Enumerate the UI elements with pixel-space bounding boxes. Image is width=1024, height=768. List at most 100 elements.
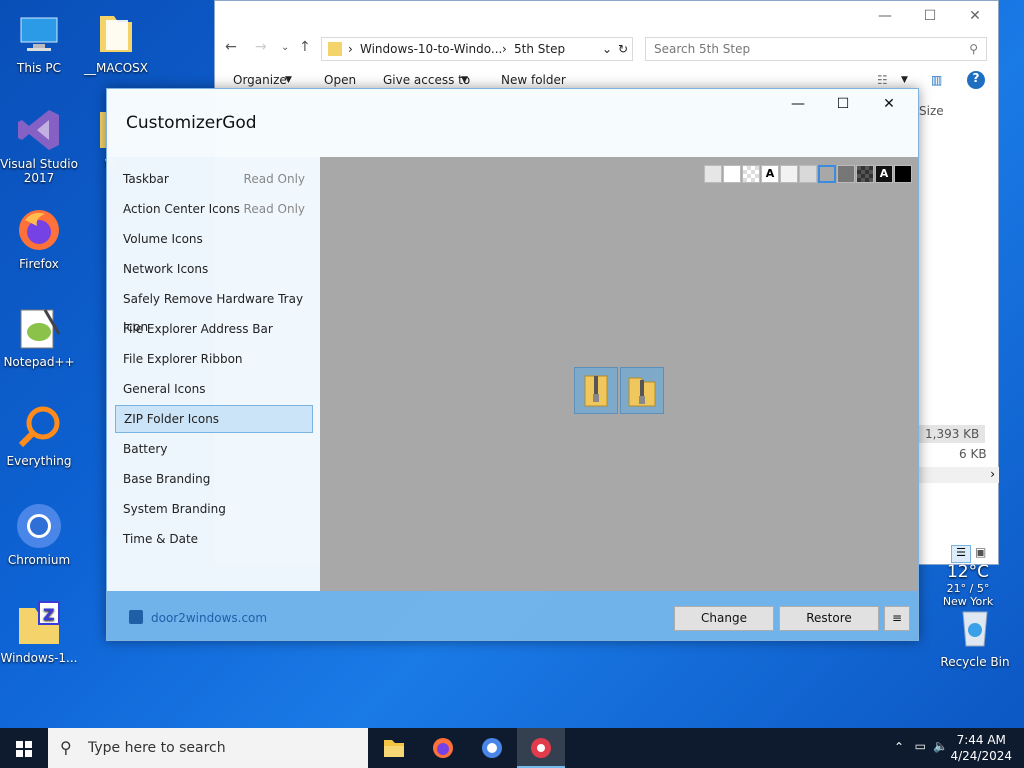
sidebar-item-base-branding[interactable]: Base Branding	[115, 465, 313, 493]
up-arrow-icon[interactable]: ↑	[299, 39, 311, 55]
sidebar-item-system-branding[interactable]: System Branding	[115, 495, 313, 523]
sidebar-item-battery[interactable]: Battery	[115, 435, 313, 463]
sidebar-item-action-center-icons[interactable]: Action Center Icons Read Only	[115, 195, 313, 223]
dropdown-arrow-icon: ▼	[461, 75, 468, 85]
swatch-very-light-gray[interactable]	[780, 165, 798, 183]
visual-studio-icon	[15, 106, 63, 154]
horizontal-scrollbar[interactable]: ›	[919, 467, 999, 483]
swatch-silver[interactable]	[799, 165, 817, 183]
forward-arrow-icon[interactable]: →	[255, 39, 267, 55]
details-view-icon[interactable]: ☰	[951, 545, 971, 563]
help-icon[interactable]: ?	[967, 71, 985, 89]
taskbar-file-explorer[interactable]	[370, 728, 418, 768]
large-icons-view-icon[interactable]: ▣	[975, 545, 986, 559]
search-icon: ⚲	[60, 738, 72, 757]
sidebar-item-label: Base Branding	[123, 472, 211, 486]
swatch-medium-gray-selected[interactable]	[818, 165, 836, 183]
sidebar-item-general-icons[interactable]: General Icons	[115, 375, 313, 403]
back-arrow-icon[interactable]: ←	[225, 39, 237, 55]
firefox-icon	[433, 738, 453, 758]
file-size-cell: 1,393 KB	[919, 425, 986, 443]
desktop-icon-windows-zip[interactable]: Z Windows-1...	[0, 600, 78, 665]
recent-dropdown-icon[interactable]: ⌄	[281, 42, 289, 53]
sidebar-item-label: Taskbar	[123, 172, 169, 186]
volume-muted-icon[interactable]: 🔈	[933, 739, 948, 753]
restore-button[interactable]: Restore	[779, 606, 879, 631]
swatch-dark-gray[interactable]	[837, 165, 855, 183]
sidebar-item-network-icons[interactable]: Network Icons	[115, 255, 313, 283]
search-icon: ⚲	[969, 42, 978, 56]
explorer-search-input[interactable]: Search 5th Step ⚲	[645, 37, 987, 61]
desktop-icon-notepadpp[interactable]: Notepad++	[0, 304, 78, 369]
minimize-button[interactable]: —	[783, 94, 813, 114]
sidebar-item-volume-icons[interactable]: Volume Icons	[115, 225, 313, 253]
ribbon-new-folder[interactable]: New folder	[501, 73, 566, 87]
network-icon[interactable]: ▭	[915, 739, 926, 753]
maximize-button[interactable]: ☐	[915, 7, 945, 25]
refresh-icon[interactable]: ↻	[618, 38, 628, 60]
view-options-icon[interactable]: ☷	[877, 73, 888, 87]
zip-folder-icon	[584, 375, 608, 407]
dropdown-arrow-icon: ▼	[285, 75, 292, 85]
ribbon-give-access[interactable]: Give access to	[383, 73, 470, 87]
weather-city: New York	[942, 595, 994, 608]
address-bar[interactable]: › Windows-10-to-Windo... › 5th Step ⌄ ↻	[321, 37, 633, 61]
sidebar-item-taskbar[interactable]: Taskbar Read Only	[115, 165, 313, 193]
taskbar-search-box[interactable]: ⚲ Type here to search	[48, 728, 368, 768]
sidebar-item-zip-folder-icons[interactable]: ZIP Folder Icons	[115, 405, 313, 433]
close-button[interactable]: ✕	[960, 7, 990, 25]
taskbar-firefox[interactable]	[419, 728, 467, 768]
zip-folder-preview-tile[interactable]	[620, 367, 664, 414]
desktop-icon-label: Chromium	[7, 553, 71, 567]
dropdown-arrow-icon: ▼	[901, 75, 908, 85]
chevron-up-icon[interactable]: ⌃	[894, 740, 904, 754]
swatch-text-black-on-white[interactable]: A	[761, 165, 779, 183]
swatch-white[interactable]	[723, 165, 741, 183]
weather-widget[interactable]: 12°C 21° / 5° New York	[938, 562, 998, 608]
sidebar-item-label: Action Center Icons	[123, 202, 240, 216]
column-header-size[interactable]: Size	[919, 104, 944, 118]
sidebar-item-time-date[interactable]: Time & Date	[115, 525, 313, 553]
swatch-checker-dark[interactable]	[856, 165, 874, 183]
desktop-icon-macosx[interactable]: __MACOSX	[77, 10, 155, 75]
desktop-icon-this-pc[interactable]: This PC	[0, 10, 78, 75]
clock-date: 4/24/2024	[950, 749, 1012, 763]
zip-folder-preview-tile[interactable]	[574, 367, 618, 414]
ribbon-organize[interactable]: Organize	[233, 73, 287, 87]
swatch-checker-light[interactable]	[742, 165, 760, 183]
desktop-icon-chromium[interactable]: Chromium	[0, 502, 78, 567]
swatch-text-white-on-black[interactable]: A	[875, 165, 893, 183]
breadcrumb-segment[interactable]: 5th Step	[514, 38, 565, 60]
desktop-icon-everything[interactable]: Everything	[0, 403, 78, 468]
chevron-right-icon[interactable]: ›	[990, 467, 995, 481]
swatch-black[interactable]	[894, 165, 912, 183]
taskbar-chromium[interactable]	[468, 728, 516, 768]
customizergod-window[interactable]: CustomizerGod — ☐ ✕ Taskbar Read Only Act…	[106, 88, 919, 641]
change-button[interactable]: Change	[674, 606, 774, 631]
preview-pane-icon[interactable]: ▥	[931, 73, 942, 87]
folder-icon	[92, 10, 140, 58]
menu-button[interactable]: ≡	[884, 606, 910, 631]
ribbon-open[interactable]: Open	[324, 73, 356, 87]
close-button[interactable]: ✕	[874, 94, 904, 114]
sidebar-item-file-explorer-ribbon[interactable]: File Explorer Ribbon	[115, 345, 313, 373]
website-link[interactable]: door2windows.com	[151, 611, 267, 625]
taskbar-clock[interactable]: 7:44 AM 4/24/2024	[950, 732, 1012, 764]
breadcrumb-segment[interactable]: Windows-10-to-Windo...	[360, 38, 502, 60]
file-size-cell: 6 KB	[959, 447, 987, 461]
maximize-button[interactable]: ☐	[828, 94, 858, 114]
minimize-button[interactable]: —	[870, 7, 900, 25]
sidebar-item-file-explorer-address-bar[interactable]: File Explorer Address Bar	[115, 315, 313, 343]
computer-icon	[15, 10, 63, 58]
folder-icon	[328, 42, 342, 56]
swatch-light-gray[interactable]	[704, 165, 722, 183]
taskbar-customizergod[interactable]	[517, 728, 565, 768]
sidebar-item-label: File Explorer Ribbon	[123, 352, 243, 366]
start-button[interactable]	[0, 728, 48, 768]
desktop-icon-recycle-bin[interactable]: Recycle Bin	[936, 604, 1014, 669]
chevron-down-icon[interactable]: ⌄	[602, 38, 612, 60]
desktop-icon-visual-studio[interactable]: Visual Studio 2017	[0, 106, 78, 185]
read-only-badge: Read Only	[243, 172, 305, 186]
desktop-icon-firefox[interactable]: Firefox	[0, 206, 78, 271]
sidebar-item-safely-remove-hardware[interactable]: Safely Remove Hardware Tray Icon	[115, 285, 313, 334]
